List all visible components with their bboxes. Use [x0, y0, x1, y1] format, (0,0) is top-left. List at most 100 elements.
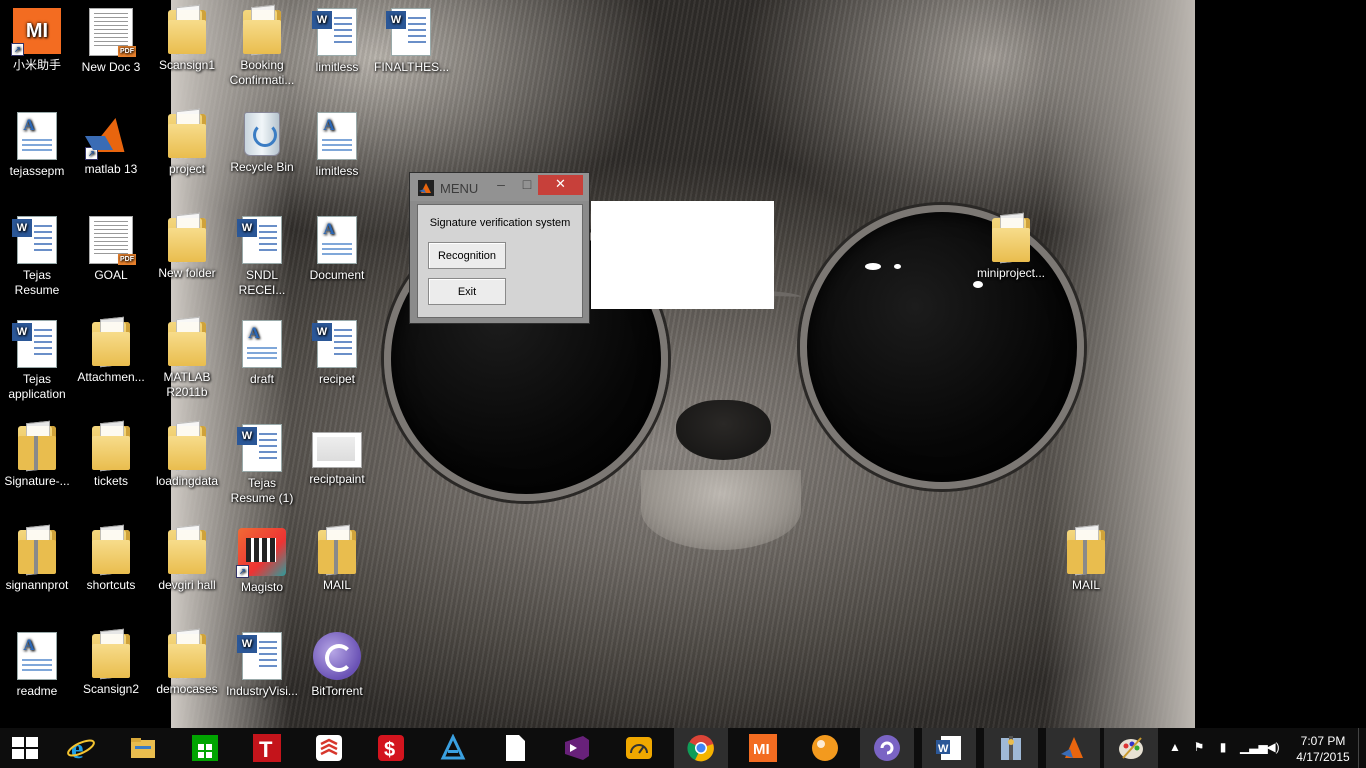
desktop-icon-devgiri-hall[interactable]: devgiri hall — [150, 522, 224, 593]
zip-folder-icon — [18, 426, 56, 470]
desktop-icon-label: New Doc 3 — [81, 60, 141, 74]
desktop-icon-tejas-resume[interactable]: Tejas Resume — [0, 210, 74, 298]
svg-text:$: $ — [384, 739, 395, 761]
ball-app-icon — [812, 735, 838, 761]
taskbar-paint[interactable] — [1104, 728, 1158, 768]
desktop-icon-recycle-bin[interactable]: Recycle Bin — [225, 106, 299, 175]
desktop-icon-label: draft — [249, 372, 274, 386]
bittorrent-icon — [874, 735, 900, 761]
desktop-icon-goal[interactable]: GOAL — [74, 210, 148, 283]
action-center-flag-icon[interactable]: ⚑ — [1192, 740, 1206, 754]
desktop-icon-readme[interactable]: readme — [0, 626, 74, 699]
clock-date[interactable]: 4/17/2015 — [1294, 750, 1352, 764]
desktop-icon-label: Scansign1 — [158, 58, 216, 72]
desktop-icon-matlab-13[interactable]: ↗ matlab 13 — [74, 106, 148, 177]
desktop-icon-reciptpaint[interactable]: reciptpaint — [300, 418, 374, 487]
taskbar-matlab[interactable] — [1046, 728, 1100, 768]
clock-time[interactable]: 7:07 PM — [1300, 734, 1346, 748]
desktop-icon-label: signannprot — [5, 578, 69, 592]
pdf-document-icon — [89, 216, 136, 265]
taskbar-blank-document[interactable] — [488, 728, 542, 768]
desktop-icon-limitless-text[interactable]: limitless — [300, 106, 374, 179]
folder-icon — [243, 10, 281, 54]
desktop-icon-tickets[interactable]: tickets — [74, 418, 148, 489]
desktop-icon-magisto[interactable]: ↗ Magisto — [225, 522, 299, 595]
power-icon[interactable]: ▮ — [1216, 740, 1230, 754]
desktop-icon-sndl-receipt[interactable]: SNDL RECEI... — [225, 210, 299, 298]
desktop-icon-project[interactable]: project — [150, 106, 224, 177]
word-icon: W — [936, 736, 961, 760]
window-title: MENU — [440, 181, 479, 196]
show-hidden-icons-icon[interactable]: ▲ — [1168, 740, 1182, 754]
network-signal-icon[interactable]: ▁▃▅ — [1240, 740, 1268, 754]
folder-icon — [168, 530, 206, 574]
exit-button[interactable]: Exit — [428, 278, 506, 305]
desktop-icon-finalthesis[interactable]: FINALTHES... — [374, 2, 449, 75]
taskbar-file-explorer[interactable] — [116, 728, 170, 768]
desktop-icon-label: Attachmen... — [77, 370, 145, 384]
desktop-icon-attachments[interactable]: Attachmen... — [74, 314, 148, 385]
desktop-icon-mi-assistant[interactable]: MI ↗ 小米助手 — [0, 2, 74, 73]
desktop-icon-booking-confirmation[interactable]: Booking Confirmati... — [225, 2, 299, 88]
desktop-icon-tejas-resume-1[interactable]: Tejas Resume (1) — [225, 418, 299, 506]
desktop-icon-bittorrent[interactable]: BitTorrent — [300, 626, 374, 699]
desktop-icon-label: democases — [156, 682, 218, 696]
desktop-icon-miniproject[interactable]: miniproject... — [974, 210, 1048, 281]
taskbar-ball-app[interactable] — [798, 728, 852, 768]
desktop-icon-tejassepm[interactable]: tejassepm — [0, 106, 74, 179]
maximize-button[interactable]: □ — [516, 175, 538, 195]
close-button[interactable]: ✕ — [538, 175, 583, 195]
recognition-button[interactable]: Recognition — [428, 242, 506, 269]
desktop-icon-label: Signature-... — [4, 474, 70, 488]
desktop-icon-label: limitless — [315, 164, 359, 178]
taskbar-visual-studio[interactable] — [550, 728, 604, 768]
desktop-icon-draft[interactable]: draft — [225, 314, 299, 387]
desktop-icon-democases[interactable]: democases — [150, 626, 224, 697]
desktop-icon-tejas-application[interactable]: Tejas application — [0, 314, 74, 402]
taskbar-chrome[interactable] — [674, 728, 728, 768]
store-icon — [192, 735, 218, 761]
zip-folder-icon — [1067, 530, 1105, 574]
volume-icon[interactable]: ◀) — [1266, 740, 1280, 754]
desktop-icon-label: MAIL — [1071, 578, 1100, 592]
taskbar-word[interactable]: W — [922, 728, 976, 768]
taskbar-dollar-app[interactable]: $ — [364, 728, 418, 768]
desktop-icon-document[interactable]: Document — [300, 210, 374, 283]
taskbar-azure[interactable] — [426, 728, 480, 768]
taskbar-internet-explorer[interactable]: e — [54, 728, 108, 768]
desktop-icon-industry-visit[interactable]: IndustryVisi... — [225, 626, 299, 699]
taskbar-todoist[interactable] — [302, 728, 356, 768]
desktop-icon-limitless-word[interactable]: limitless — [300, 2, 374, 75]
desktop-icon-mail[interactable]: MAIL — [300, 522, 374, 593]
desktop-icon-scansign1[interactable]: Scansign1 — [150, 2, 224, 73]
start-button[interactable] — [0, 728, 54, 768]
word-document-icon — [237, 632, 282, 680]
desktop-icon-recipet[interactable]: recipet — [300, 314, 374, 387]
file-explorer-icon — [131, 738, 155, 758]
desktop-icon-label: Tejas Resume (1) — [230, 476, 294, 505]
window-titlebar[interactable]: MENU – □ ✕ — [410, 173, 589, 201]
desktop-icon-mail-right[interactable]: MAIL — [1049, 522, 1123, 593]
desktop-icon-label: SNDL RECEI... — [238, 268, 286, 297]
folder-icon — [92, 530, 130, 574]
desktop-icon-label: matlab 13 — [84, 162, 138, 176]
taskbar-mi[interactable]: MI — [736, 728, 790, 768]
desktop-icon-signannprot[interactable]: signannprot — [0, 522, 74, 593]
desktop-icon-scansign2[interactable]: Scansign2 — [74, 626, 148, 697]
folder-icon — [168, 322, 206, 366]
desktop-icon-new-doc-3[interactable]: New Doc 3 — [74, 2, 148, 75]
desktop-icon-shortcuts[interactable]: shortcuts — [74, 522, 148, 593]
text-document-icon — [317, 112, 357, 160]
desktop-icon-matlab-r2011b[interactable]: MATLAB R2011b — [150, 314, 224, 400]
show-desktop-button[interactable] — [1358, 728, 1366, 768]
desktop-icon-signature[interactable]: Signature-... — [0, 418, 74, 489]
taskbar-speedometer[interactable] — [612, 728, 666, 768]
taskbar-bittorrent[interactable] — [860, 728, 914, 768]
taskbar-tally[interactable]: T — [240, 728, 294, 768]
word-document-icon — [312, 8, 357, 56]
taskbar-store[interactable] — [178, 728, 232, 768]
taskbar-winzip[interactable] — [984, 728, 1038, 768]
minimize-button[interactable]: – — [490, 175, 512, 195]
desktop-icon-loadingdata[interactable]: loadingdata — [150, 418, 224, 489]
desktop-icon-new-folder[interactable]: New folder — [150, 210, 224, 281]
